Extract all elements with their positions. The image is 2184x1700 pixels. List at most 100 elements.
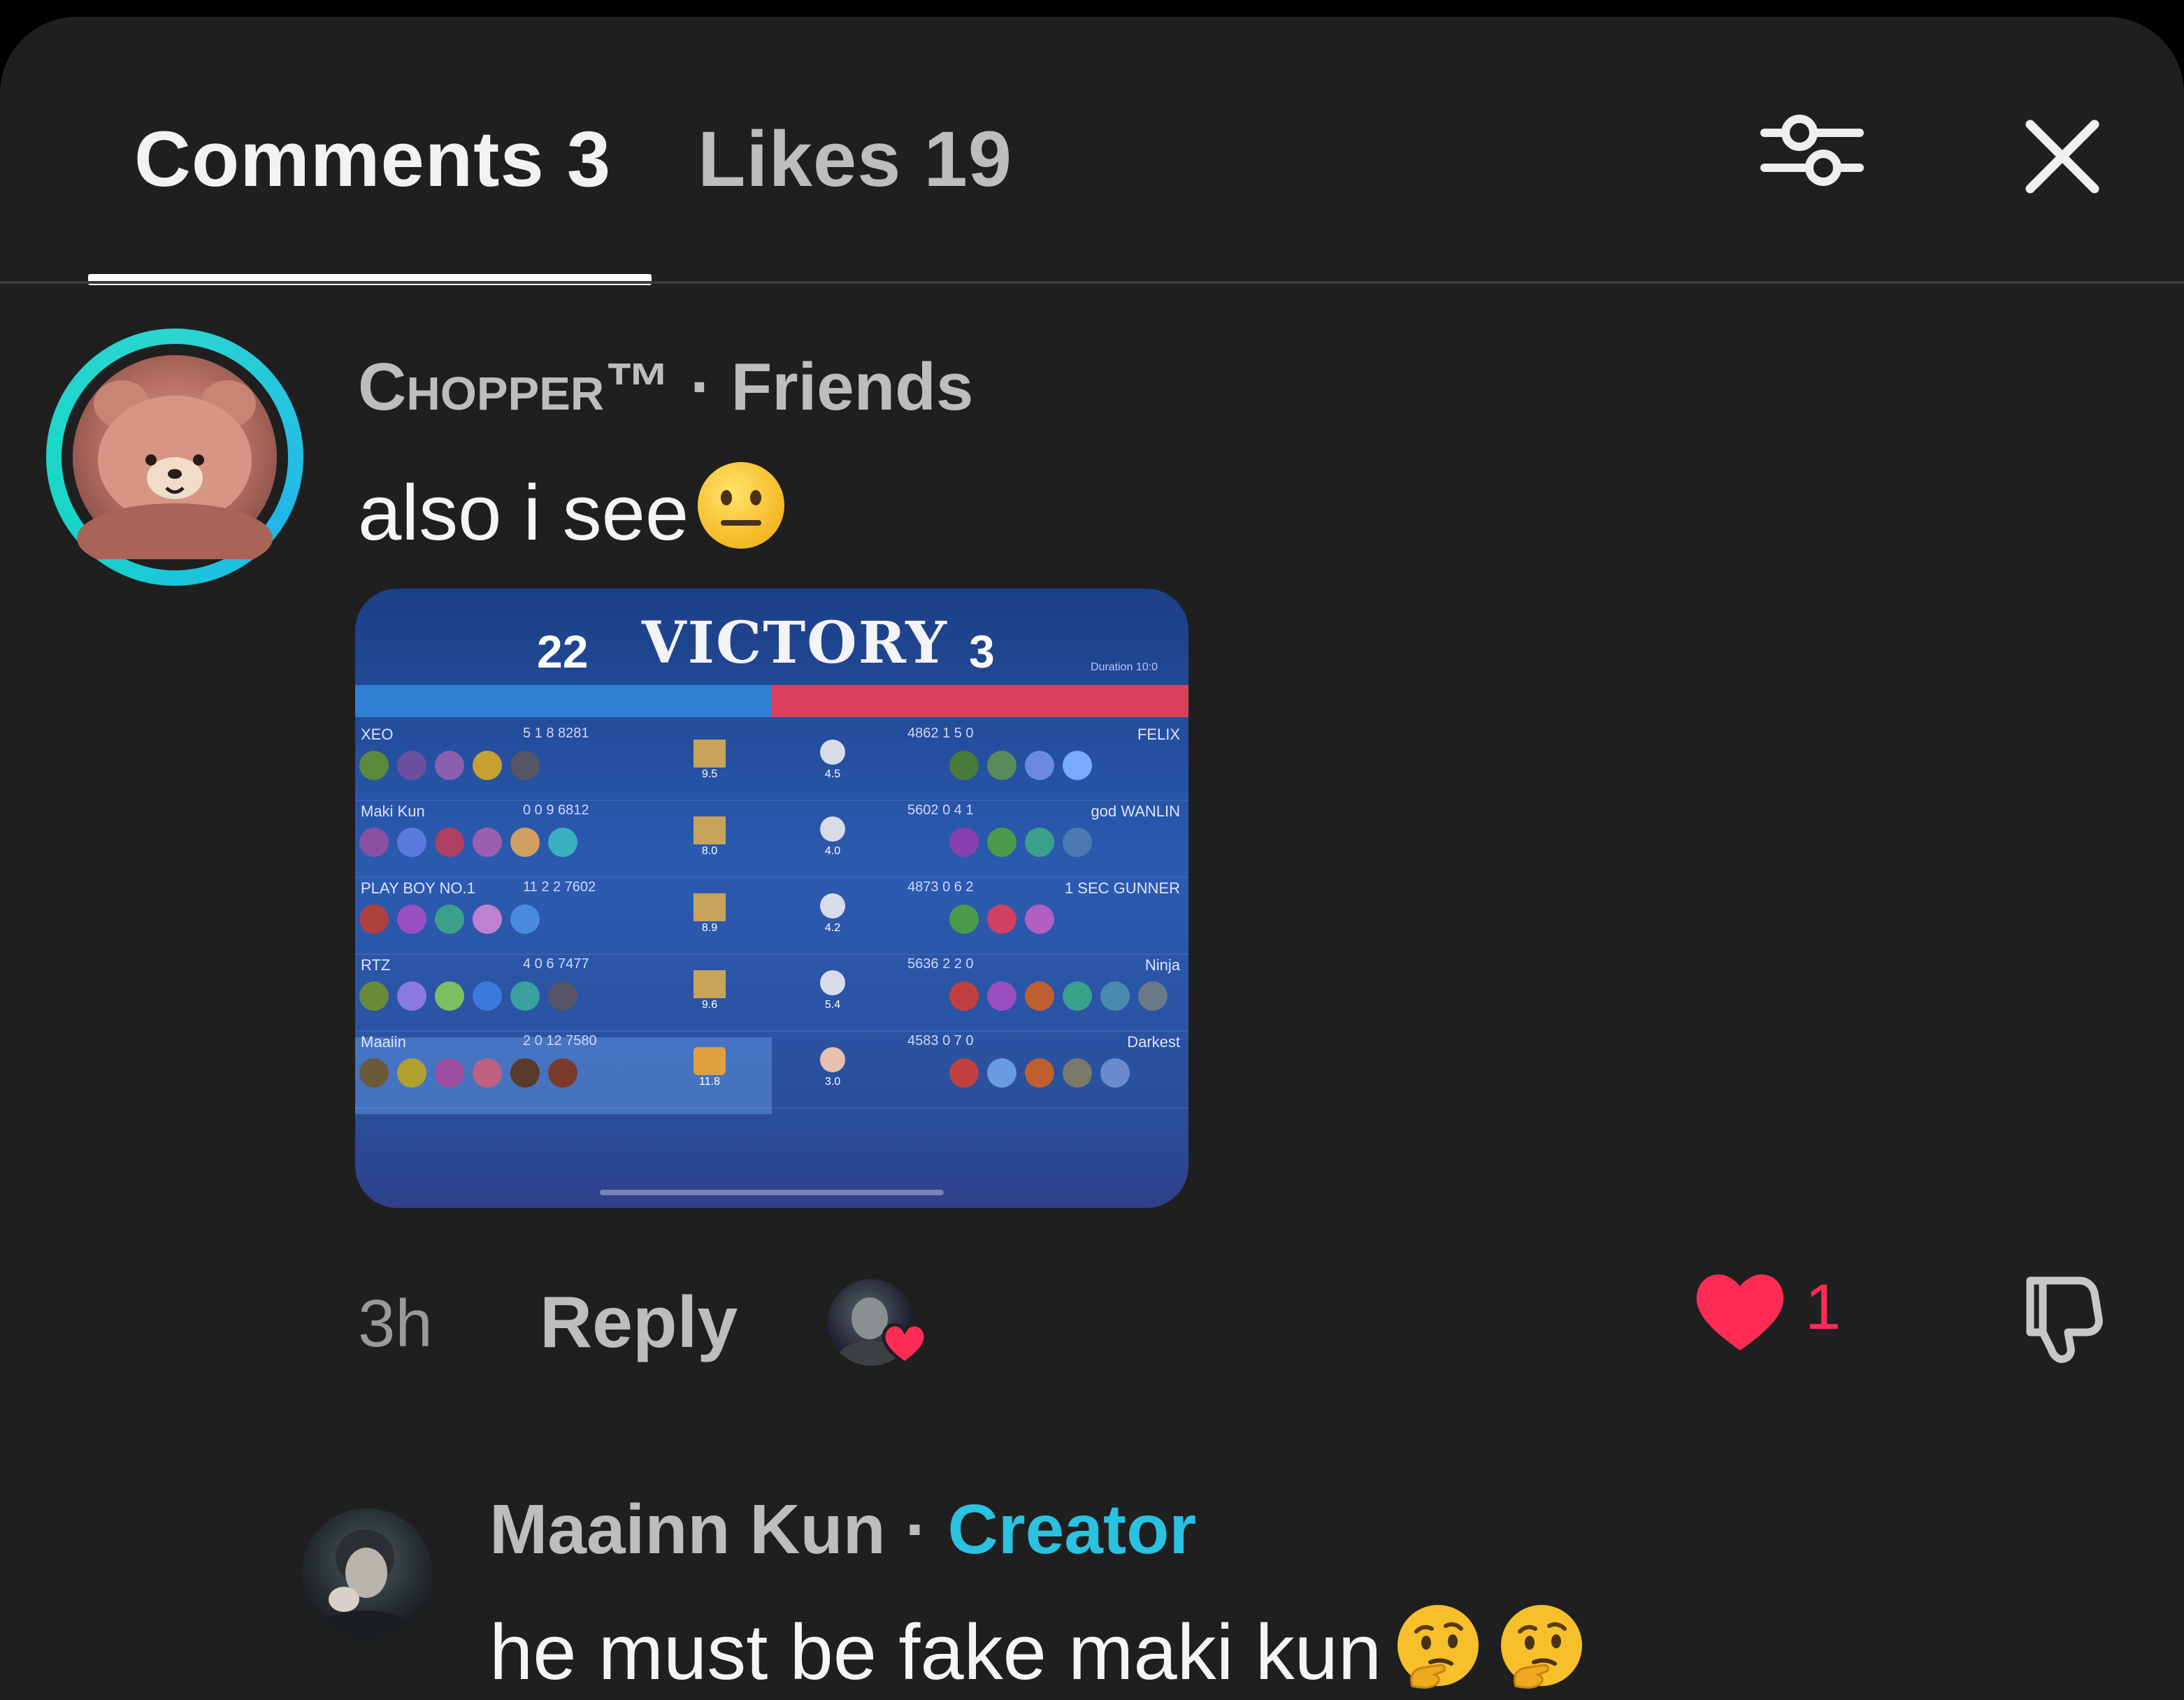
reply-avatar[interactable] [302, 1508, 432, 1638]
like-count: 1 [1805, 1272, 1841, 1343]
left-player-name: PLAY BOY NO.1 [361, 879, 475, 897]
rating-badge: 3.0 [820, 1047, 845, 1086]
left-kda: 0 0 9 6812 [523, 802, 589, 818]
right-kda: 4873 0 6 2 [907, 879, 974, 895]
left-items [359, 828, 586, 860]
right-items [949, 828, 1100, 860]
scoreboard-row: Maki Kun 0 0 9 6812 8.0 4.0 5602 0 4 1 g… [355, 800, 1188, 878]
avatar-frame [62, 344, 288, 573]
comment-text: also i see [358, 469, 689, 556]
thumbs-down-icon [2026, 1276, 2103, 1363]
left-kda: 2 0 12 7580 [523, 1033, 597, 1049]
left-items [359, 981, 586, 1014]
right-player-name: Darkest [1127, 1033, 1180, 1051]
scoreboard-row: XEO 5 1 8 8281 9.5 4.5 4862 1 5 0 FELIX [355, 723, 1188, 801]
username[interactable]: Chopper™ [358, 350, 671, 424]
filter-sliders-icon [1760, 115, 1864, 186]
reply-body: he must be fake maki kun [489, 1601, 1588, 1700]
team-bar-blue [355, 685, 772, 717]
separator-dot: · [885, 1490, 948, 1569]
left-items [359, 905, 548, 937]
separator-dot: · [671, 350, 731, 424]
rating-badge: 4.0 [820, 816, 845, 856]
left-items [359, 1058, 586, 1091]
rating-badge: 8.0 [694, 816, 726, 856]
thinking-face-emoji-icon [1495, 1601, 1588, 1700]
rating-badge: 4.2 [820, 893, 845, 932]
right-kda: 4862 1 5 0 [907, 726, 974, 741]
comments-panel: Comments 3 Likes 19 Chopper™ · Friends a… [0, 17, 2184, 1700]
svg-text:8.9: 8.9 [702, 922, 717, 932]
header-divider [0, 281, 2184, 284]
svg-text:9.6: 9.6 [702, 999, 717, 1009]
victory-headline: VICTORY [642, 610, 948, 677]
avatar[interactable] [46, 329, 303, 586]
right-items [949, 981, 1176, 1014]
tab-comments[interactable]: Comments 3 [134, 120, 611, 199]
close-button[interactable] [2013, 108, 2111, 206]
attached-image[interactable]: 22 VICTORY 3 Duration 10:0 XEO 5 1 8 828… [355, 589, 1188, 1208]
right-player-name: god WANLIN [1091, 802, 1180, 820]
left-player-name: RTZ [361, 956, 391, 974]
svg-text:8.0: 8.0 [702, 845, 717, 856]
bear-avatar-image [77, 380, 273, 573]
rating-badge: 9.5 [694, 740, 726, 779]
scoreboard-row: Maaiin 2 0 12 7580 11.8 3.0 4583 0 7 0 D… [355, 1030, 1188, 1109]
like-button[interactable] [1692, 1265, 1788, 1355]
neutral-face-emoji-icon [694, 459, 788, 565]
relation-label: Friends [731, 350, 974, 424]
comment-time: 3h [358, 1286, 433, 1361]
reply-text: he must be fake maki kun [489, 1608, 1382, 1696]
right-kda: 5602 0 4 1 [907, 802, 974, 818]
right-kda: 5636 2 2 0 [907, 956, 974, 972]
left-player-name: Maki Kun [361, 802, 425, 820]
svg-text:3.0: 3.0 [825, 1076, 840, 1086]
svg-text:4.2: 4.2 [825, 922, 840, 932]
svg-text:4.0: 4.0 [825, 845, 840, 856]
left-kda: 4 0 6 7477 [523, 956, 589, 972]
left-items [359, 751, 548, 784]
score-right: 3 [969, 626, 995, 677]
score-left: 22 [537, 626, 589, 677]
svg-text:5.4: 5.4 [825, 999, 840, 1009]
right-player-name: Ninja [1144, 956, 1180, 974]
right-items [949, 905, 1063, 937]
close-icon [2025, 120, 2099, 194]
thinking-face-emoji-icon [1391, 1601, 1485, 1700]
rating-badge: 9.6 [694, 970, 726, 1009]
heart-filled-icon [1696, 1274, 1784, 1350]
reply-button[interactable]: Reply [540, 1286, 738, 1359]
left-kda: 5 1 8 8281 [523, 726, 589, 741]
right-player-name: FELIX [1137, 726, 1180, 743]
reply-avatar-image [309, 1529, 421, 1638]
comment-body: also i see [358, 459, 788, 565]
reply-header: Maainn Kun · Creator [489, 1494, 1196, 1564]
svg-text:4.5: 4.5 [825, 768, 840, 779]
right-items [949, 751, 1100, 784]
reply-username[interactable]: Maainn Kun [489, 1490, 886, 1569]
rating-badge: 8.9 [694, 893, 726, 932]
match-duration: Duration 10:0 [1091, 661, 1158, 673]
creator-heart-icon [882, 1323, 928, 1366]
home-indicator [600, 1190, 944, 1195]
left-kda: 11 2 2 7602 [523, 879, 596, 895]
left-player-name: Maaiin [361, 1033, 406, 1051]
filter-button[interactable] [1753, 94, 1865, 206]
mvp-badge: 11.8 [694, 1047, 726, 1086]
creator-badge: Creator [947, 1490, 1197, 1569]
avatar-photo [73, 355, 277, 573]
tab-likes[interactable]: Likes 19 [698, 120, 1012, 199]
team-bar-red [772, 685, 1188, 717]
right-kda: 4583 0 7 0 [907, 1033, 974, 1049]
scoreboard-row: RTZ 4 0 6 7477 9.6 5.4 5636 2 2 0 Ninja [355, 953, 1188, 1032]
dislike-button[interactable] [2011, 1261, 2115, 1366]
comment-header: Chopper™ · Friends [358, 354, 973, 421]
rating-badge: 4.5 [820, 740, 845, 779]
scoreboard-row: PLAY BOY NO.1 11 2 2 7602 8.9 4.2 4873 0… [355, 877, 1188, 955]
left-player-name: XEO [361, 726, 394, 743]
right-player-name: 1 SEC GUNNER [1064, 879, 1180, 897]
svg-text:9.5: 9.5 [702, 768, 717, 779]
right-items [949, 1058, 1138, 1091]
svg-text:11.8: 11.8 [699, 1076, 720, 1086]
rating-badge: 5.4 [820, 970, 845, 1009]
